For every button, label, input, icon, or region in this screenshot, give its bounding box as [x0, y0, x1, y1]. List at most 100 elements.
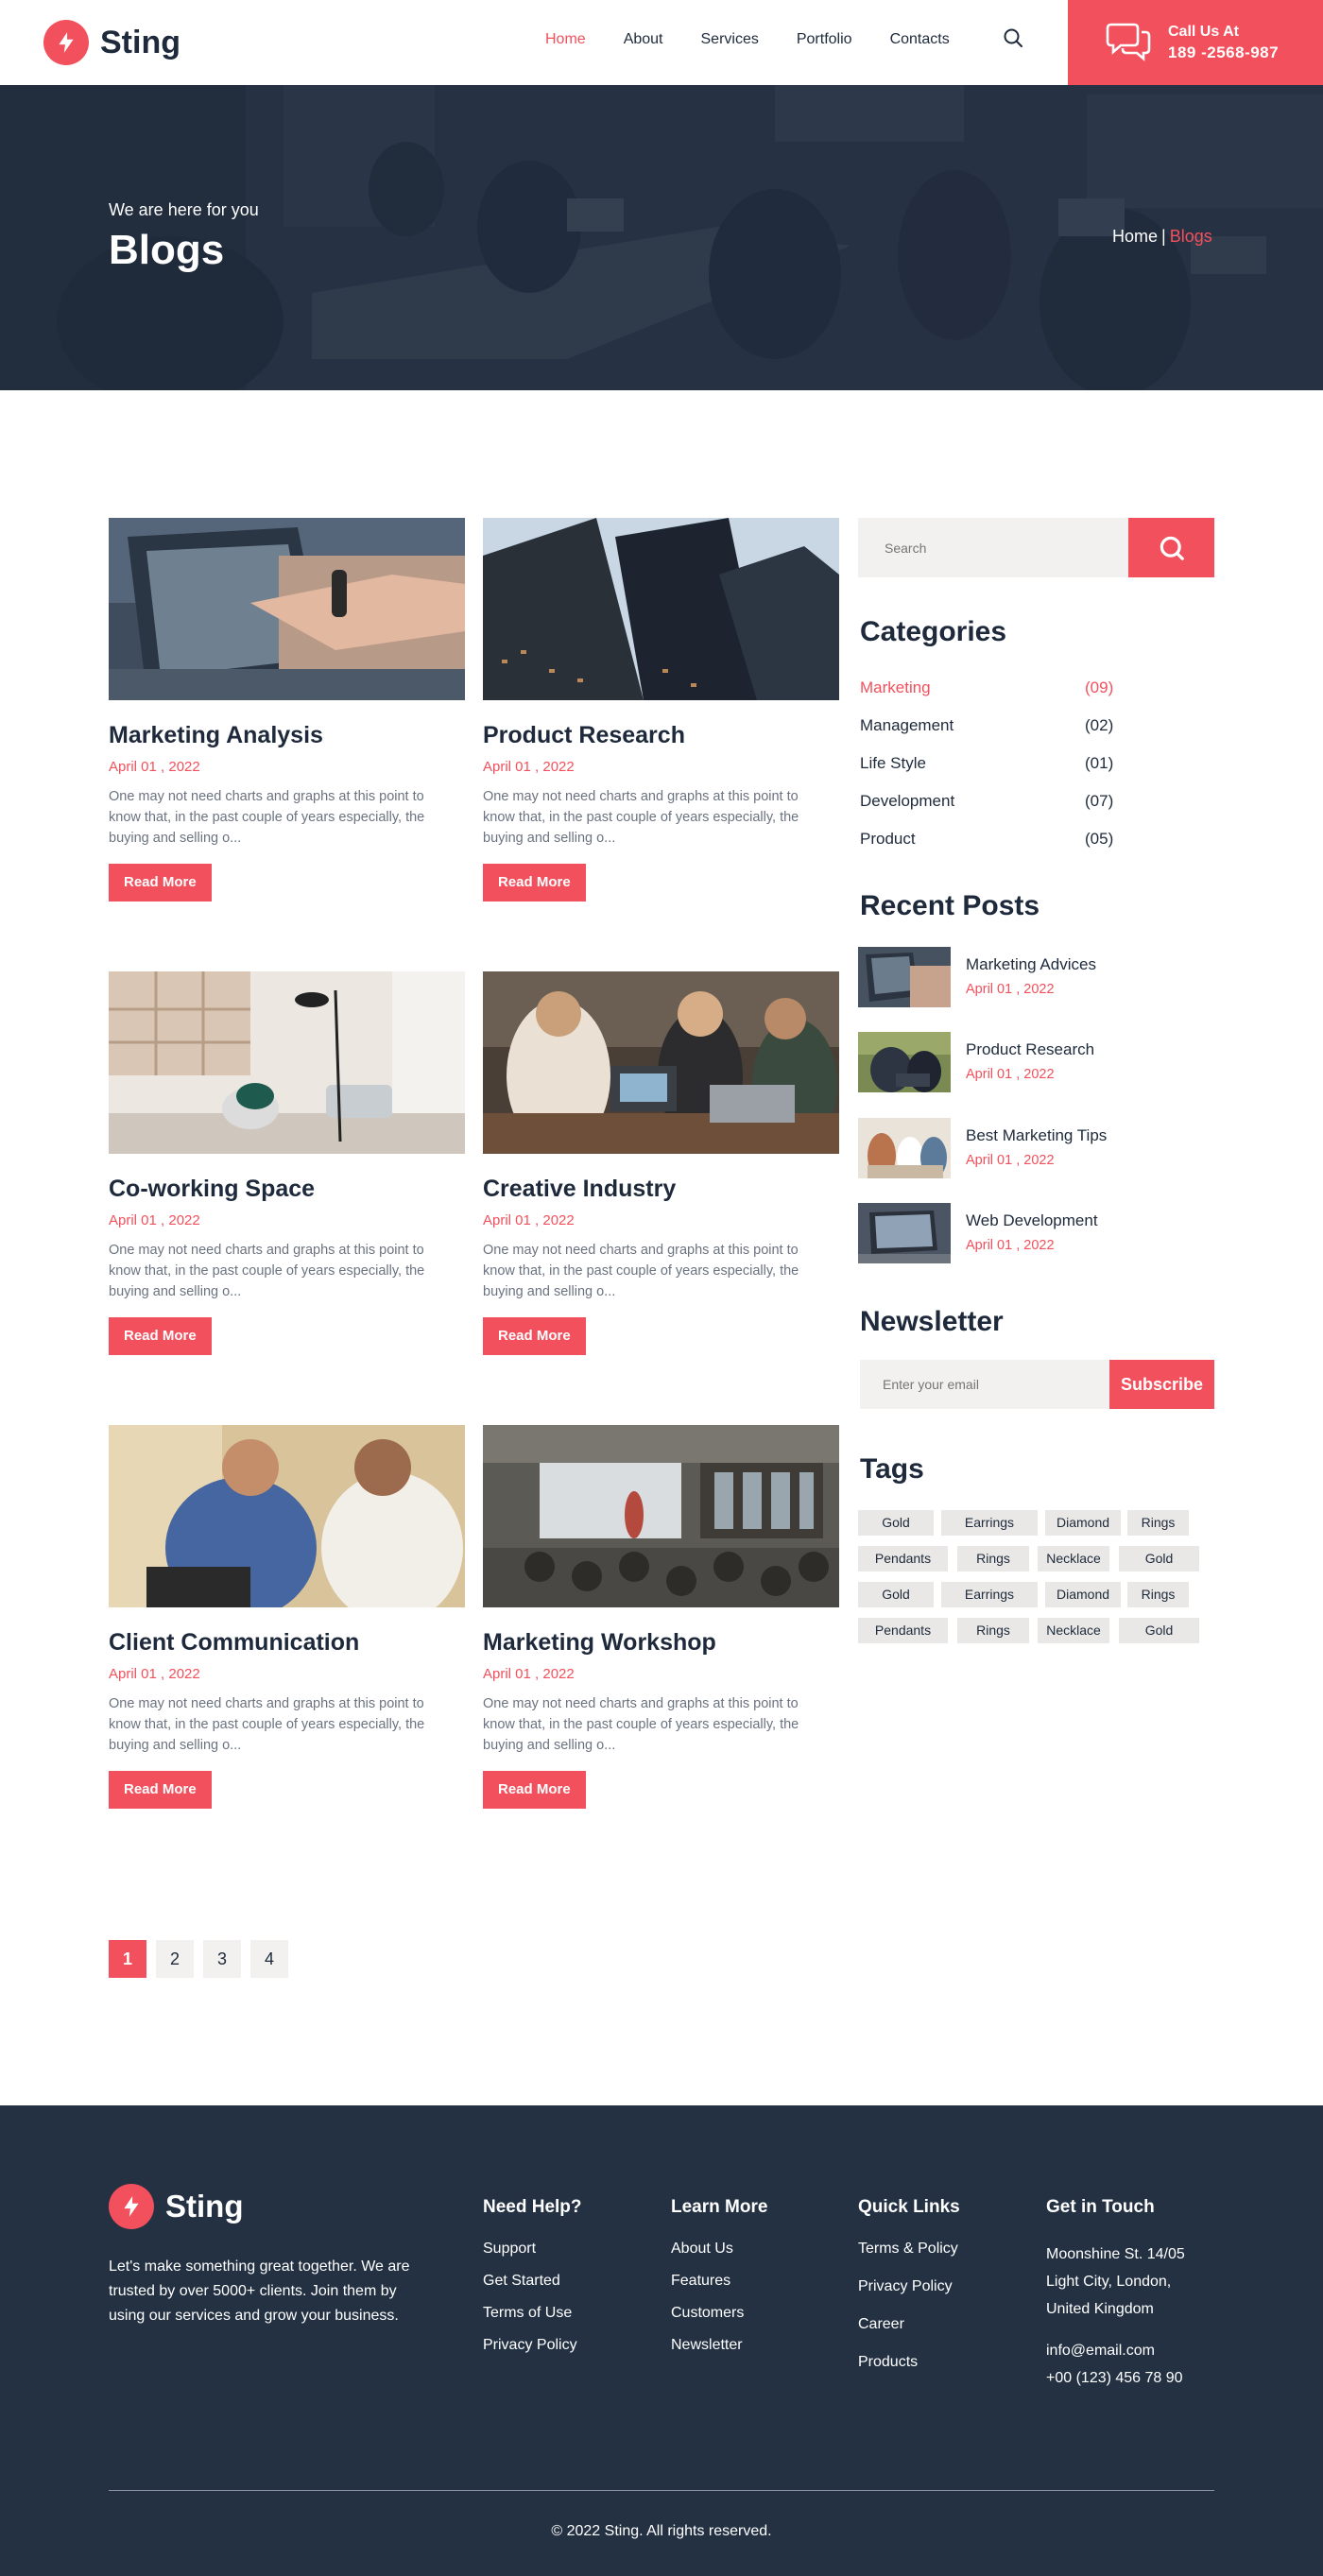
page-4-button[interactable]: 4 [250, 1940, 288, 1978]
recent-post[interactable]: Marketing Advices April 01 , 2022 [858, 947, 1096, 1007]
bolt-icon [43, 20, 89, 65]
tag[interactable]: Earrings [941, 1582, 1038, 1607]
page: Sting Home About Services Portfolio Cont… [0, 0, 1323, 2576]
tag[interactable]: Gold [858, 1510, 934, 1536]
site-header: Sting Home About Services Portfolio Cont… [0, 0, 1323, 85]
tag[interactable]: Rings [1127, 1582, 1189, 1607]
recent-post[interactable]: Product Research April 01 , 2022 [858, 1032, 1094, 1092]
tag[interactable]: Gold [1119, 1618, 1199, 1643]
subscribe-button[interactable]: Subscribe [1109, 1360, 1214, 1409]
main-nav: Home About Services Portfolio Contacts [545, 28, 988, 51]
tag[interactable]: Rings [1127, 1510, 1189, 1536]
breadcrumb-current: Blogs [1169, 227, 1212, 246]
call-number: 189 -2568-987 [1168, 43, 1280, 61]
category-count: (05) [1085, 830, 1114, 848]
footer-logo[interactable]: Sting [109, 2184, 243, 2229]
blog-image[interactable] [109, 971, 465, 1154]
breadcrumb: Home | Blogs [1112, 227, 1212, 247]
tag[interactable]: Diamond [1045, 1582, 1121, 1607]
footer-link-career[interactable]: Career [858, 2316, 960, 2333]
blog-title[interactable]: Marketing Workshop [483, 1628, 839, 1657]
breadcrumb-home[interactable]: Home [1112, 227, 1158, 246]
tag[interactable]: Diamond [1045, 1510, 1121, 1536]
read-more-button[interactable]: Read More [109, 1771, 212, 1809]
footer-link-terms-of-use[interactable]: Terms of Use [483, 2305, 582, 2322]
footer-link-terms-policy[interactable]: Terms & Policy [858, 2241, 960, 2258]
read-more-button[interactable]: Read More [483, 864, 586, 902]
category-product[interactable]: Product (05) [860, 830, 1143, 849]
blog-date: April 01 , 2022 [483, 1212, 575, 1228]
footer-column-title: Quick Links [858, 2197, 960, 2217]
category-management[interactable]: Management (02) [860, 716, 1143, 735]
footer-column-title: Need Help? [483, 2197, 582, 2217]
blog-title[interactable]: Co-working Space [109, 1175, 465, 1203]
footer-phone-link[interactable]: +00 (123) 456 78 90 [1046, 2364, 1185, 2392]
search-icon[interactable] [1002, 26, 1026, 51]
call-us-box[interactable]: Call Us At 189 -2568-987 [1068, 0, 1323, 85]
blog-image[interactable] [483, 518, 839, 700]
blog-image[interactable] [483, 971, 839, 1154]
category-label: Product [860, 830, 916, 848]
footer-address-line: Moonshine St. 14/05 [1046, 2246, 1185, 2262]
logo[interactable]: Sting [43, 20, 180, 65]
footer-link-customers[interactable]: Customers [671, 2305, 767, 2322]
footer-link-features[interactable]: Features [671, 2273, 767, 2290]
blog-image[interactable] [483, 1425, 839, 1607]
recent-post[interactable]: Best Marketing Tips April 01 , 2022 [858, 1118, 1107, 1178]
blog-excerpt: One may not need charts and graphs at th… [109, 1696, 425, 1753]
recent-posts-heading: Recent Posts [860, 890, 1040, 921]
footer-divider [109, 2490, 1214, 2491]
blog-image[interactable] [109, 518, 465, 700]
footer-column-title: Learn More [671, 2197, 768, 2217]
nav-about[interactable]: About [624, 28, 663, 51]
tag[interactable]: Necklace [1038, 1618, 1109, 1643]
footer-link-support[interactable]: Support [483, 2241, 582, 2258]
tag[interactable]: Pendants [858, 1546, 948, 1571]
page-1-button[interactable]: 1 [109, 1940, 146, 1978]
read-more-button[interactable]: Read More [109, 1317, 212, 1355]
category-label: Development [860, 792, 955, 810]
tag[interactable]: Gold [1119, 1546, 1199, 1571]
recent-post[interactable]: Web Development April 01 , 2022 [858, 1203, 1098, 1263]
read-more-button[interactable]: Read More [109, 864, 212, 902]
email-field[interactable] [860, 1360, 1109, 1409]
category-count: (09) [1085, 678, 1114, 696]
footer-link-privacy-policy[interactable]: Privacy Policy [858, 2278, 960, 2295]
nav-services[interactable]: Services [701, 28, 759, 51]
page-2-button[interactable]: 2 [156, 1940, 194, 1978]
tag[interactable]: Pendants [858, 1618, 948, 1643]
blog-date: April 01 , 2022 [483, 759, 575, 775]
blog-excerpt: One may not need charts and graphs at th… [483, 1243, 799, 1299]
tags-heading: Tags [860, 1453, 924, 1485]
blog-title[interactable]: Client Communication [109, 1628, 465, 1657]
tag[interactable]: Necklace [1038, 1546, 1109, 1571]
search-button[interactable] [1128, 518, 1214, 577]
read-more-button[interactable]: Read More [483, 1317, 586, 1355]
read-more-button[interactable]: Read More [483, 1771, 586, 1809]
blog-title[interactable]: Marketing Analysis [109, 721, 465, 749]
footer-email-link[interactable]: info@email.com [1046, 2337, 1185, 2364]
footer-link-about-us[interactable]: About Us [671, 2241, 767, 2258]
category-life-style[interactable]: Life Style (01) [860, 754, 1143, 773]
page-3-button[interactable]: 3 [203, 1940, 241, 1978]
blog-title[interactable]: Creative Industry [483, 1175, 839, 1203]
search-input[interactable] [858, 518, 1128, 577]
tag[interactable]: Earrings [941, 1510, 1038, 1536]
footer-link-get-started[interactable]: Get Started [483, 2273, 582, 2290]
nav-portfolio[interactable]: Portfolio [797, 28, 852, 51]
blog-image[interactable] [109, 1425, 465, 1607]
tag[interactable]: Rings [957, 1546, 1029, 1571]
nav-contacts[interactable]: Contacts [890, 28, 950, 51]
footer-link-newsletter[interactable]: Newsletter [671, 2337, 767, 2354]
blog-excerpt: One may not need charts and graphs at th… [109, 789, 425, 846]
tag[interactable]: Rings [957, 1618, 1029, 1643]
footer-link-products[interactable]: Products [858, 2354, 960, 2371]
category-development[interactable]: Development (07) [860, 792, 1143, 811]
blog-excerpt: One may not need charts and graphs at th… [483, 789, 799, 846]
tag[interactable]: Gold [858, 1582, 934, 1607]
blog-title[interactable]: Product Research [483, 721, 839, 749]
recent-post-date: April 01 , 2022 [966, 982, 1055, 997]
nav-home[interactable]: Home [545, 28, 586, 51]
category-marketing[interactable]: Marketing (09) [860, 678, 1143, 697]
footer-link-privacy-policy[interactable]: Privacy Policy [483, 2337, 582, 2354]
